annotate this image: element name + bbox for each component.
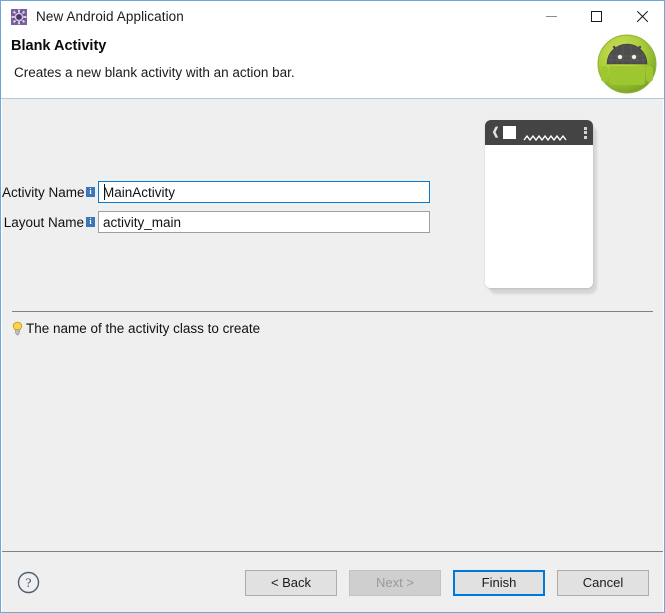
- info-icon[interactable]: i: [86, 217, 95, 227]
- svg-text:?: ?: [26, 575, 32, 590]
- cancel-button[interactable]: Cancel: [557, 570, 649, 596]
- layout-name-input[interactable]: [98, 211, 430, 233]
- window-title: New Android Application: [36, 9, 184, 24]
- page-title: Blank Activity: [11, 38, 107, 54]
- new-android-application-dialog: New Android Application Blank Activity C…: [0, 0, 665, 613]
- phone-frame: ❰: [485, 120, 593, 288]
- preview-action-bar: ❰: [485, 120, 593, 145]
- maximize-icon: [591, 11, 602, 22]
- wizard-content: Activity Name i Layout Name i ❰: [2, 99, 663, 551]
- activity-name-input[interactable]: [98, 181, 430, 203]
- finish-button[interactable]: Finish: [453, 570, 545, 596]
- back-button[interactable]: < Back: [245, 570, 337, 596]
- preview-screen: [485, 145, 593, 288]
- close-icon: [635, 10, 648, 23]
- activity-name-row: Activity Name i: [2, 180, 430, 204]
- hint-row: The name of the activity class to create: [11, 321, 260, 336]
- blank-activity-phone-preview: ❰: [485, 120, 597, 294]
- squiggle-title-placeholder: [523, 129, 584, 141]
- help-button[interactable]: ?: [17, 571, 40, 594]
- minimize-button[interactable]: [529, 1, 574, 32]
- layout-name-row: Layout Name i: [2, 210, 430, 234]
- window-controls: [529, 1, 664, 32]
- title-bar: New Android Application: [1, 1, 664, 32]
- overflow-menu-icon: [584, 126, 587, 139]
- hint-text: The name of the activity class to create: [26, 321, 261, 336]
- page-subtitle: Creates a new blank activity with an act…: [14, 65, 295, 80]
- dialog-footer: ? < Back Next > Finish Cancel: [2, 552, 663, 612]
- footer-button-group: < Back Next > Finish Cancel: [245, 570, 649, 596]
- android-robot-logo: [596, 33, 658, 95]
- minimize-icon: [546, 16, 557, 17]
- help-question-icon: ?: [17, 571, 40, 594]
- hint-separator: [12, 311, 653, 312]
- back-chevron-icon: ❰: [491, 126, 501, 138]
- app-square-icon: [503, 126, 517, 139]
- android-sdk-gear-icon: [11, 8, 27, 25]
- layout-name-label: Layout Name: [3, 214, 84, 230]
- next-button: Next >: [349, 570, 441, 596]
- text-caret: [104, 184, 105, 200]
- close-button[interactable]: [619, 1, 664, 32]
- activity-name-label: Activity Name: [2, 184, 85, 200]
- info-icon[interactable]: i: [86, 187, 95, 197]
- lightbulb-icon: [11, 321, 24, 336]
- wizard-header: Blank Activity Creates a new blank activ…: [1, 32, 664, 99]
- maximize-button[interactable]: [574, 1, 619, 32]
